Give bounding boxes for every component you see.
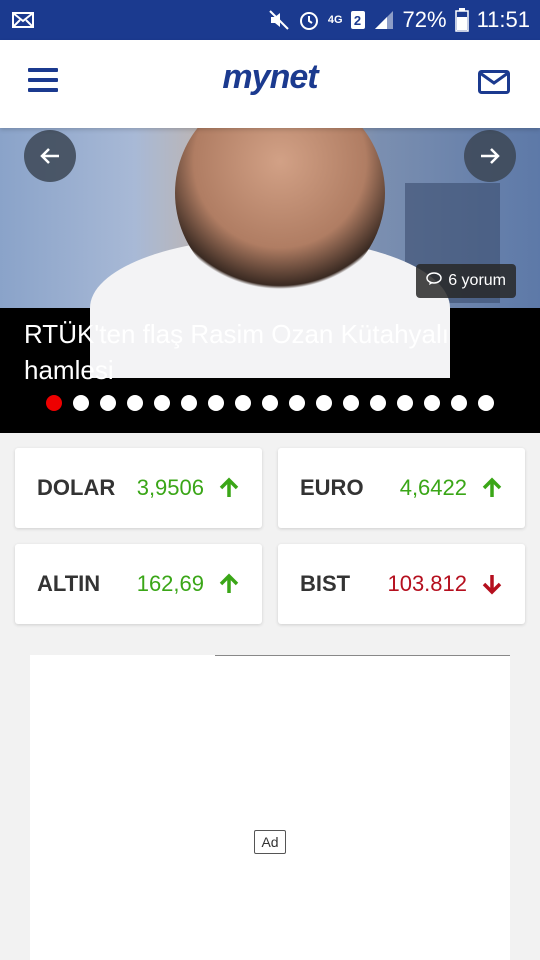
comments-count: 6 yorum bbox=[448, 272, 506, 289]
market-card-altin[interactable]: ALTIN 162,69 bbox=[15, 544, 262, 624]
arrow-up-icon bbox=[218, 477, 240, 499]
arrow-up-icon bbox=[481, 477, 503, 499]
network-type: 4G bbox=[327, 14, 343, 26]
arrow-up-icon bbox=[218, 573, 240, 595]
alarm-icon bbox=[298, 9, 320, 31]
market-name: DOLAR bbox=[37, 475, 116, 500]
comments-badge[interactable]: 6 yorum bbox=[416, 264, 516, 298]
ad-container[interactable]: Ad bbox=[30, 655, 510, 960]
ad-badge: Ad bbox=[254, 830, 286, 854]
battery-percent: 72% bbox=[402, 7, 447, 32]
logo-text: mynet bbox=[222, 58, 318, 96]
market-name: BIST bbox=[300, 571, 351, 596]
market-card-bist[interactable]: BIST 103.812 bbox=[278, 544, 525, 624]
envelope-icon[interactable] bbox=[478, 70, 510, 94]
mynet-logo[interactable]: mynet bbox=[0, 58, 540, 97]
market-card-euro[interactable]: EURO 4,6422 bbox=[278, 448, 525, 528]
slider-dot[interactable] bbox=[46, 395, 62, 411]
slider-dot[interactable] bbox=[370, 395, 386, 411]
slider-dot[interactable] bbox=[451, 395, 467, 411]
arrow-right-icon[interactable] bbox=[464, 130, 516, 182]
slider-dot[interactable] bbox=[397, 395, 413, 411]
slider-dot[interactable] bbox=[208, 395, 224, 411]
slider-dot[interactable] bbox=[316, 395, 332, 411]
slide-headline[interactable]: RTÜK'ten flaş Rasim Ozan Kütahyalı hamle… bbox=[24, 316, 516, 388]
sim-indicator: 2 bbox=[350, 11, 365, 29]
slider-dot[interactable] bbox=[343, 395, 359, 411]
slider-dot[interactable] bbox=[478, 395, 494, 411]
market-value: 162,69 bbox=[136, 571, 204, 596]
market-value: 103.812 bbox=[387, 571, 467, 596]
slider-dot[interactable] bbox=[127, 395, 143, 411]
market-value: 3,9506 bbox=[136, 475, 204, 500]
market-panel: DOLAR 3,9506 EURO 4,6422 ALTIN 162,69 BI… bbox=[0, 433, 540, 655]
signal-icon bbox=[373, 9, 395, 31]
market-name: ALTIN bbox=[37, 571, 101, 596]
app-header: mynet bbox=[0, 40, 540, 128]
slider-dot[interactable] bbox=[181, 395, 197, 411]
ad-divider bbox=[215, 655, 510, 656]
clock: 11:51 bbox=[476, 7, 530, 32]
slider-dot[interactable] bbox=[73, 395, 89, 411]
arrow-down-icon bbox=[481, 573, 503, 595]
slider-dot[interactable] bbox=[235, 395, 251, 411]
slider-dot[interactable] bbox=[154, 395, 170, 411]
mail-icon bbox=[12, 9, 34, 31]
market-value: 4,6422 bbox=[399, 475, 467, 500]
slider-dot[interactable] bbox=[289, 395, 305, 411]
market-name: EURO bbox=[300, 475, 364, 500]
battery-icon bbox=[454, 8, 469, 32]
arrow-left-icon[interactable] bbox=[24, 130, 76, 182]
slider-dot[interactable] bbox=[100, 395, 116, 411]
comment-icon bbox=[426, 271, 442, 291]
news-slider[interactable]: 6 yorum RTÜK'ten flaş Rasim Ozan Kütahya… bbox=[0, 128, 540, 433]
market-card-dolar[interactable]: DOLAR 3,9506 bbox=[15, 448, 262, 528]
slider-dot[interactable] bbox=[424, 395, 440, 411]
mute-icon bbox=[268, 9, 290, 31]
slider-pagination bbox=[0, 395, 540, 413]
status-bar: 4G 2 72% 11:51 bbox=[0, 0, 540, 40]
slider-dot[interactable] bbox=[262, 395, 278, 411]
